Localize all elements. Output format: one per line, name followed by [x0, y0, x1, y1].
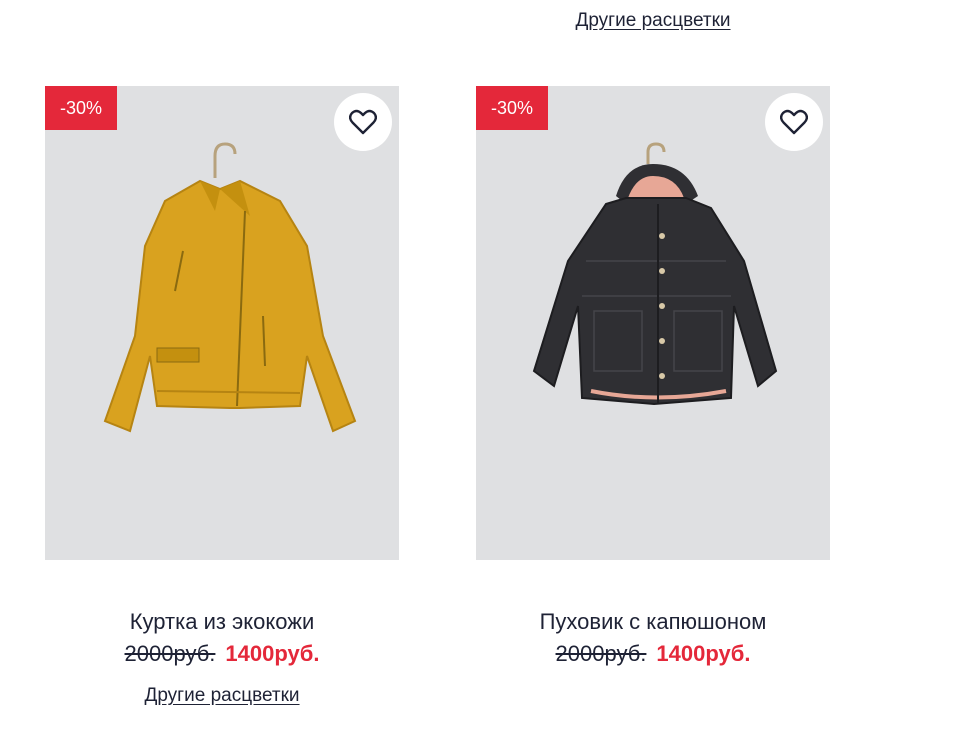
price-row: 2000руб. 1400руб.	[45, 641, 399, 667]
favorite-button[interactable]	[765, 93, 823, 151]
discount-badge: -30%	[476, 86, 548, 130]
old-price: 2000руб.	[555, 641, 647, 666]
product-title[interactable]: Куртка из экокожи	[45, 609, 399, 635]
sale-price: 1400руб.	[225, 641, 320, 666]
product-title[interactable]: Пуховик с капюшоном	[476, 609, 830, 635]
price-row: 2000руб. 1400руб.	[476, 641, 830, 667]
yellow-jacket-image	[45, 86, 399, 560]
favorite-button[interactable]	[334, 93, 392, 151]
heart-icon	[780, 109, 808, 135]
other-colors-link-top[interactable]: Другие расцветки	[476, 10, 830, 32]
discount-badge: -30%	[45, 86, 117, 130]
product-card-parka[interactable]: -30% Пуховик с капюшоном 2000руб. 1400руб…	[476, 86, 830, 667]
sale-price: 1400руб.	[656, 641, 751, 666]
heart-icon	[349, 109, 377, 135]
product-image-leather-jacket[interactable]: -30%	[45, 86, 399, 560]
product-card-leather-jacket[interactable]: -30% Куртка из экокожи 2000руб. 1400руб. …	[45, 86, 399, 707]
dark-parka-image	[476, 86, 830, 560]
other-colors-link[interactable]: Другие расцветки	[45, 685, 399, 707]
old-price: 2000руб.	[124, 641, 216, 666]
product-image-parka[interactable]: -30%	[476, 86, 830, 560]
